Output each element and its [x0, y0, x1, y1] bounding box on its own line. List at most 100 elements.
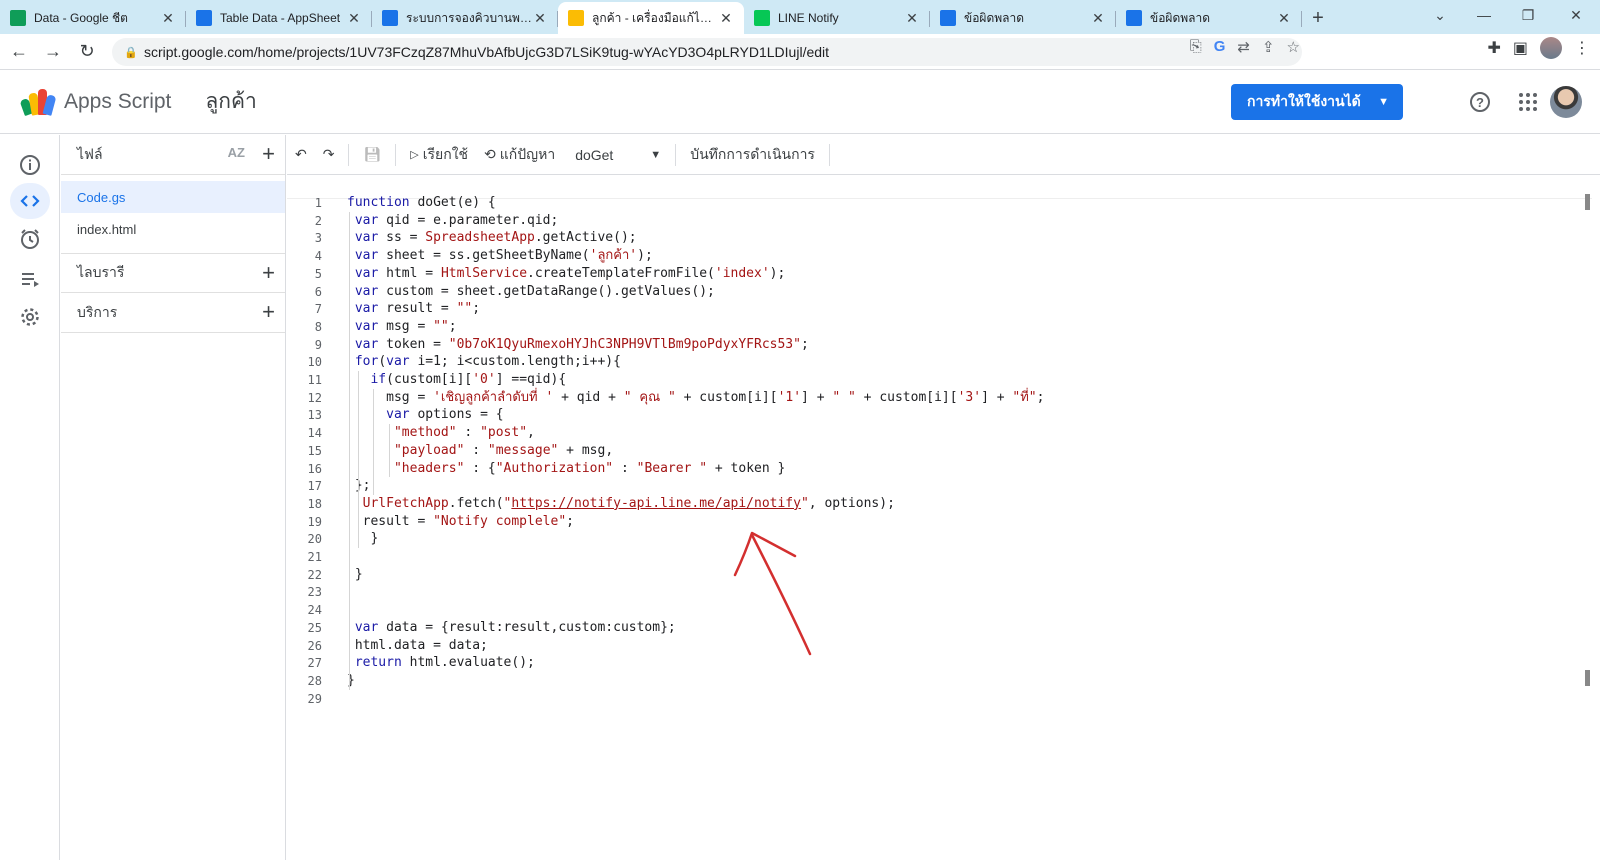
- line-number: 13: [307, 408, 322, 423]
- close-tab-icon[interactable]: ✕: [904, 10, 920, 27]
- reload-icon[interactable]: ↻: [72, 37, 102, 67]
- services-header: บริการ +: [61, 293, 285, 333]
- code-text: html.data = data;: [347, 637, 488, 653]
- line-number: 23: [307, 585, 322, 600]
- browser-tab[interactable]: ลูกค้า - เครื่องมือแก้ไขโครงการ✕: [558, 2, 744, 34]
- overview-info-icon[interactable]: [10, 147, 50, 183]
- line-number: 1: [314, 196, 322, 210]
- close-tab-icon[interactable]: ✕: [1276, 10, 1292, 27]
- browser-tab-strip: Data - Google ชีต ✕ Table Data - AppSheet ✕…: [0, 0, 1600, 34]
- apps-script-logo-icon: [19, 88, 57, 116]
- profile-avatar[interactable]: [1550, 86, 1582, 118]
- triggers-clock-icon[interactable]: [10, 221, 50, 257]
- code-line: 11 if(custom[i]['0'] ==qid){: [287, 371, 567, 389]
- code-text: function doGet(e) {: [347, 195, 496, 210]
- appsheet-icon: [196, 10, 212, 26]
- add-service-icon[interactable]: +: [262, 301, 275, 323]
- code-text: var result = "";: [354, 301, 481, 317]
- execution-log-label: บันทึกการดำเนินการ: [690, 145, 815, 162]
- sort-az-icon[interactable]: AZ: [228, 145, 245, 160]
- code-line: 3 var ss = SpreadsheetApp.getActive();: [287, 229, 637, 247]
- run-button[interactable]: ▷ เรียกใช้: [402, 141, 476, 169]
- close-tab-icon[interactable]: ✕: [718, 10, 734, 27]
- debug-icon: ⟲: [484, 146, 496, 162]
- sheets-icon: [10, 10, 26, 26]
- arrow-icon: [940, 10, 956, 26]
- apps-grid-icon[interactable]: [1514, 88, 1542, 116]
- arrow-icon: [1126, 10, 1142, 26]
- file-item-index-html[interactable]: index.html: [61, 213, 285, 245]
- code-line: 15 "payload" : "message" + msg,: [287, 442, 614, 460]
- settings-gear-icon[interactable]: [10, 299, 50, 335]
- code-line: 7 var result = "";: [287, 300, 480, 318]
- extensions-icon[interactable]: ✚: [1487, 38, 1500, 58]
- google-icon[interactable]: G: [1214, 38, 1226, 56]
- lock-icon: 🔒: [124, 46, 138, 59]
- save-icon[interactable]: 💾︎: [355, 141, 389, 169]
- debug-button[interactable]: ⟲ แก้ปัญหา: [476, 141, 563, 169]
- code-line: 16 "headers" : {"Authorization" : "Beare…: [287, 460, 786, 478]
- code-line: 24: [287, 601, 322, 619]
- browser-tab[interactable]: ระบบการจองคิวบานพาหนะ✕: [372, 2, 558, 34]
- help-icon[interactable]: ?: [1466, 88, 1494, 116]
- new-tab-button[interactable]: +: [1302, 2, 1334, 34]
- back-icon[interactable]: ←: [4, 37, 34, 67]
- undo-icon[interactable]: ↶: [287, 141, 315, 169]
- browser-tab-label: ข้อผิดพลาด: [1150, 10, 1211, 25]
- minimize-icon[interactable]: —: [1462, 0, 1506, 30]
- browser-tab[interactable]: ข้อผิดพลาด ✕: [1116, 2, 1302, 34]
- line-number: 2: [314, 213, 322, 228]
- bookmark-star-icon[interactable]: ☆: [1287, 38, 1300, 56]
- chrome-menu-icon[interactable]: ⋮: [1574, 38, 1590, 58]
- add-file-icon[interactable]: +: [262, 143, 275, 165]
- line-number: 4: [314, 249, 322, 264]
- line-number: 6: [314, 284, 322, 299]
- translate-icon[interactable]: ⇄: [1237, 38, 1250, 56]
- browser-tab-label: LINE Notify: [778, 11, 839, 25]
- line-number: 26: [307, 638, 322, 653]
- close-window-icon[interactable]: ✕: [1554, 0, 1598, 30]
- executions-list-icon[interactable]: [10, 261, 50, 297]
- copy-icon[interactable]: ⎘: [1190, 38, 1202, 56]
- file-item-code-gs[interactable]: Code.gs: [61, 181, 285, 213]
- debug-label: แก้ปัญหา: [499, 145, 556, 162]
- app-name: Apps Script: [64, 89, 172, 113]
- project-title[interactable]: ลูกค้า: [205, 85, 256, 118]
- browser-tab[interactable]: Data - Google ชีต ✕: [0, 2, 186, 34]
- side-panel-icon[interactable]: ▣: [1513, 38, 1528, 58]
- browser-tab[interactable]: LINE Notify ✕: [744, 2, 930, 34]
- editor-toolbar: ↶ ↷ 💾︎ ▷ เรียกใช้ ⟲ แก้ปัญหา doGet ▼ บัน…: [287, 135, 1600, 175]
- profile-avatar-small[interactable]: [1540, 37, 1562, 59]
- browser-tab[interactable]: ข้อผิดพลาด ✕: [930, 2, 1116, 34]
- deploy-button[interactable]: การทำให้ใช้งานได้ ▼: [1231, 84, 1403, 120]
- editor-scrollbar[interactable]: [1582, 176, 1592, 860]
- function-select[interactable]: doGet ▼: [563, 147, 669, 163]
- code-line: 26 html.data = data;: [287, 637, 488, 655]
- line-number: 12: [307, 390, 322, 405]
- indent-guide: [373, 388, 374, 495]
- redo-icon[interactable]: ↷: [315, 141, 343, 169]
- close-tab-icon[interactable]: ✕: [1090, 10, 1106, 27]
- indent-guide: [389, 424, 390, 478]
- close-tab-icon[interactable]: ✕: [346, 10, 362, 27]
- line-number: 5: [314, 266, 322, 281]
- close-tab-icon[interactable]: ✕: [532, 10, 548, 27]
- editor-code-icon[interactable]: [10, 183, 50, 219]
- files-header-label: ไฟล์: [77, 145, 103, 162]
- address-bar[interactable]: 🔒 script.google.com/home/projects/1UV73F…: [112, 37, 1302, 66]
- code-text: var ss = SpreadsheetApp.getActive();: [354, 230, 637, 246]
- tab-search-icon[interactable]: ⌄: [1418, 0, 1462, 30]
- browser-tab[interactable]: Table Data - AppSheet ✕: [186, 2, 372, 34]
- code-text: var html = HtmlService.createTemplateFro…: [354, 265, 786, 281]
- share-icon[interactable]: ⇪: [1262, 38, 1275, 56]
- line-number: 21: [307, 550, 322, 564]
- add-library-icon[interactable]: +: [262, 262, 275, 284]
- restore-icon[interactable]: ❐: [1506, 0, 1550, 30]
- line-number: 14: [307, 426, 322, 441]
- execution-log-button[interactable]: บันทึกการดำเนินการ: [682, 141, 823, 169]
- forward-icon[interactable]: →: [38, 37, 68, 67]
- code-editor[interactable]: 1 function doGet(e) {2 var qid = e.parame…: [287, 176, 1592, 860]
- code-line: 13 var options = {: [287, 406, 504, 424]
- code-text: var options = {: [386, 407, 504, 423]
- close-tab-icon[interactable]: ✕: [160, 10, 176, 27]
